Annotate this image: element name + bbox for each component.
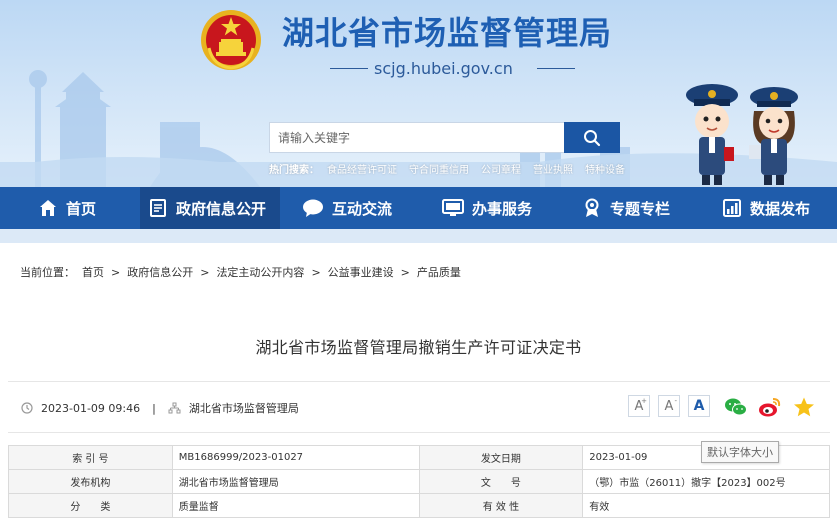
font-increase-button[interactable]: A + <box>628 395 650 417</box>
nav-sub-strip <box>0 229 837 243</box>
weibo-share-button[interactable] <box>758 395 782 419</box>
monitor-icon <box>442 199 464 216</box>
breadcrumb-link[interactable]: 产品质量 <box>417 264 461 280</box>
font-decrease-label: A <box>664 398 674 414</box>
clock-icon <box>21 402 33 414</box>
article-meta-bar: 2023-01-09 09:46 | 湖北省市场监督管理局 A + A- A <box>8 381 830 433</box>
nav-item-special-topics[interactable]: 专题专栏 <box>560 187 700 229</box>
nav-item-label: 首页 <box>66 199 97 218</box>
hot-searches: 热门搜索： 食品经营许可证 守合同重信用 公司章程 营业执照 特种设备 <box>269 161 625 176</box>
hot-word-link[interactable]: 守合同重信用 <box>409 161 469 176</box>
font-size-controls: A + A- A <box>628 395 710 417</box>
font-decrease-button[interactable]: A- <box>658 395 680 417</box>
breadcrumb-link[interactable]: 法定主动公开内容 <box>216 264 304 280</box>
document-icon <box>150 199 166 217</box>
breadcrumb-link[interactable]: 首页 <box>82 264 104 280</box>
hot-word-link[interactable]: 营业执照 <box>533 161 573 176</box>
info-key: 分 类 <box>8 493 173 518</box>
info-value: MB1686999/2023-01027 <box>171 445 420 470</box>
domain-divider-left <box>330 68 368 69</box>
wechat-icon <box>725 398 747 416</box>
search-button[interactable] <box>564 122 620 153</box>
nav-item-data-release[interactable]: 数据发布 <box>700 187 837 229</box>
main-nav: 首页 政府信息公开 互动交流 办事服务 专题专栏 数据发布 <box>0 187 837 229</box>
hot-word-link[interactable]: 特种设备 <box>585 161 625 176</box>
info-key: 有 效 性 <box>418 493 584 518</box>
font-default-label: A <box>693 398 705 414</box>
nav-item-services[interactable]: 办事服务 <box>420 187 560 229</box>
table-row: 发布机构 湖北省市场监督管理局 文 号 （鄂）市监（26011）撤字【2023】… <box>8 469 830 494</box>
site-domain: scjg.hubei.gov.cn <box>374 59 513 78</box>
search-input[interactable] <box>269 122 565 153</box>
chart-icon <box>723 199 741 217</box>
organization-icon <box>168 402 181 414</box>
nav-item-label: 互动交流 <box>332 199 393 218</box>
nav-item-label: 专题专栏 <box>610 199 671 218</box>
info-key: 文 号 <box>418 469 584 494</box>
info-key: 发文日期 <box>418 445 584 470</box>
favorite-star-icon <box>794 397 814 417</box>
breadcrumb-separator: > <box>400 265 410 279</box>
share-buttons <box>724 395 816 419</box>
breadcrumb-link[interactable]: 公益事业建设 <box>328 264 394 280</box>
hot-word-link[interactable]: 公司章程 <box>481 161 521 176</box>
breadcrumb-separator: > <box>311 265 321 279</box>
font-size-tooltip: 默认字体大小 <box>701 441 779 463</box>
site-domain-line: scjg.hubei.gov.cn <box>330 58 575 80</box>
breadcrumb-separator: > <box>111 265 121 279</box>
meta-separator: | <box>152 401 156 415</box>
article-title: 湖北省市场监督管理局撤销生产许可证决定书 <box>255 338 582 357</box>
chat-icon <box>303 199 323 217</box>
breadcrumb-link[interactable]: 政府信息公开 <box>127 264 193 280</box>
wechat-share-button[interactable] <box>724 395 748 419</box>
nav-item-home[interactable]: 首页 <box>0 187 140 229</box>
info-key: 索 引 号 <box>8 445 173 470</box>
favorite-button[interactable] <box>792 395 816 419</box>
site-title: 湖北省市场监督管理局 <box>282 14 613 52</box>
nav-item-gov-info[interactable]: 政府信息公开 <box>140 187 280 229</box>
search-icon <box>584 129 601 146</box>
medal-icon <box>585 198 599 217</box>
weibo-icon <box>759 398 781 417</box>
breadcrumb-separator: > <box>200 265 210 279</box>
breadcrumb: 当前位置： 首页 > 政府信息公开 > 法定主动公开内容 > 公益事业建设 > … <box>20 264 461 280</box>
article-source: 湖北省市场监督管理局 <box>188 402 299 415</box>
domain-divider-right <box>537 68 575 69</box>
page: 湖北省市场监督管理局 scjg.hubei.gov.cn 热门搜索： 食品经营许… <box>0 0 837 526</box>
info-value: （鄂）市监（26011）撤字【2023】002号 <box>582 469 830 494</box>
mascot-inspectors-illustration <box>686 84 798 185</box>
info-value: 湖北省市场监督管理局 <box>171 469 420 494</box>
home-icon <box>40 200 56 216</box>
font-default-button[interactable]: A <box>688 395 710 417</box>
site-header: 湖北省市场监督管理局 scjg.hubei.gov.cn 热门搜索： 食品经营许… <box>0 0 837 187</box>
info-key: 发布机构 <box>8 469 173 494</box>
info-value: 质量监督 <box>171 493 420 518</box>
table-row: 分 类 质量监督 有 效 性 有效 <box>8 493 830 518</box>
hot-word-link[interactable]: 食品经营许可证 <box>327 161 397 176</box>
info-value: 有效 <box>582 493 830 518</box>
nav-item-label: 数据发布 <box>750 199 811 218</box>
search-box <box>269 122 620 153</box>
article-datetime: 2023-01-09 09:46 <box>41 401 141 415</box>
hot-searches-label: 热门搜索： <box>269 165 319 176</box>
nav-item-interaction[interactable]: 互动交流 <box>280 187 420 229</box>
national-emblem-icon <box>201 10 261 70</box>
minus-icon: - <box>674 397 677 405</box>
article-meta: 2023-01-09 09:46 | 湖北省市场监督管理局 <box>21 400 299 416</box>
plus-icon: + <box>641 397 647 405</box>
nav-item-label: 政府信息公开 <box>176 199 267 218</box>
nav-item-label: 办事服务 <box>472 199 533 218</box>
breadcrumb-label: 当前位置： <box>20 266 75 279</box>
